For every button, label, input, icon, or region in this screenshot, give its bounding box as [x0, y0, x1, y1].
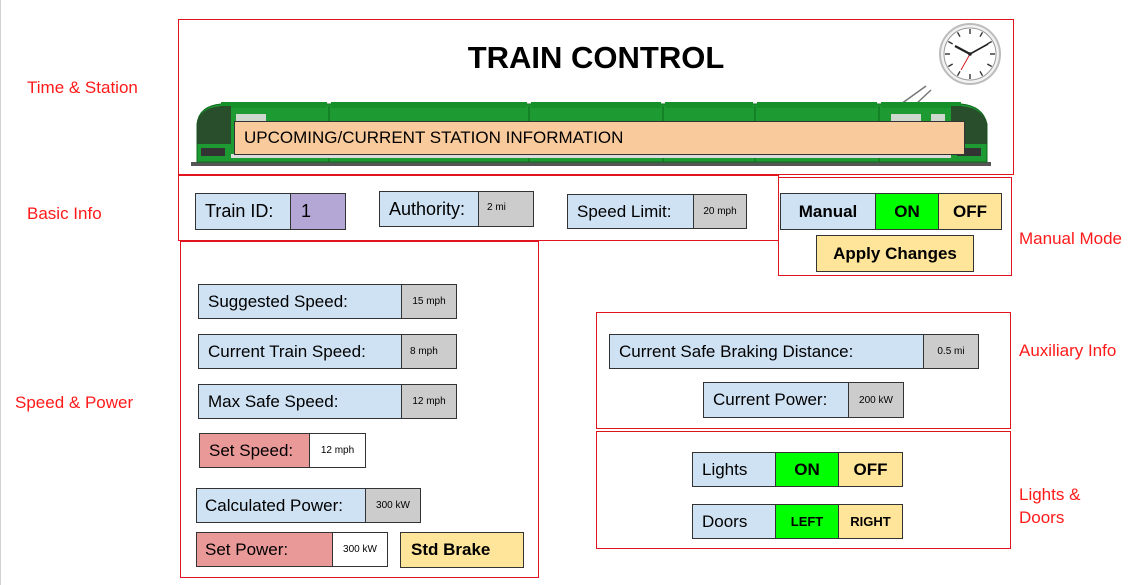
- apply-changes-button[interactable]: Apply Changes: [816, 235, 974, 272]
- doors-label: Doors: [692, 504, 776, 539]
- train-id-label: Train ID:: [195, 193, 291, 230]
- label-basic-info: Basic Info: [27, 204, 102, 223]
- manual-off-button[interactable]: OFF: [938, 193, 1002, 230]
- current-power-value: 200 kW: [848, 382, 904, 418]
- page-title: TRAIN CONTROL: [467, 40, 725, 75]
- set-power-label: Set Power:: [196, 532, 333, 567]
- doors-left-button[interactable]: LEFT: [775, 504, 839, 539]
- clock-icon: [938, 22, 1002, 86]
- calculated-power-value: 300 kW: [365, 488, 421, 523]
- calculated-power-label: Calculated Power:: [196, 488, 366, 523]
- set-speed-input[interactable]: 12 mph: [309, 433, 366, 468]
- braking-distance-label: Current Safe Braking Distance:: [609, 334, 924, 369]
- current-speed-label: Current Train Speed:: [198, 334, 402, 369]
- authority-value: 2 mi: [478, 191, 534, 227]
- max-safe-speed-value: 12 mph: [401, 384, 457, 419]
- current-speed-value: 8 mph: [401, 334, 457, 369]
- speed-limit-value: 20 mph: [693, 194, 747, 229]
- label-manual-mode: Manual Mode: [1019, 229, 1123, 248]
- doors-right-button[interactable]: RIGHT: [838, 504, 903, 539]
- lights-on-button[interactable]: ON: [775, 452, 839, 487]
- authority-label: Authority:: [379, 191, 479, 227]
- set-speed-label: Set Speed:: [199, 433, 310, 468]
- std-brake-button[interactable]: Std Brake: [400, 532, 524, 568]
- suggested-speed-label: Suggested Speed:: [198, 284, 402, 319]
- speed-limit-label: Speed Limit:: [567, 194, 694, 229]
- label-time-station: Time & Station: [27, 78, 138, 97]
- label-auxiliary-info: Auxiliary Info: [1019, 341, 1117, 360]
- label-speed-power: Speed & Power: [15, 393, 134, 412]
- current-power-label: Current Power:: [703, 382, 849, 418]
- manual-on-button[interactable]: ON: [875, 193, 939, 230]
- lights-label: Lights: [692, 452, 776, 487]
- station-info-bar: UPCOMING/CURRENT STATION INFORMATION: [234, 121, 965, 155]
- label-lights-doors-2: Doors: [1019, 508, 1065, 527]
- label-lights-doors-1: Lights &: [1019, 485, 1081, 504]
- max-safe-speed-label: Max Safe Speed:: [198, 384, 402, 419]
- train-id-value: 1: [290, 193, 346, 230]
- manual-label: Manual: [780, 193, 876, 230]
- set-power-input[interactable]: 300 kW: [332, 532, 388, 567]
- lights-off-button[interactable]: OFF: [838, 452, 903, 487]
- suggested-speed-value: 15 mph: [401, 284, 457, 319]
- window-edge: [0, 0, 1, 585]
- braking-distance-value: 0.5 mi: [923, 334, 979, 369]
